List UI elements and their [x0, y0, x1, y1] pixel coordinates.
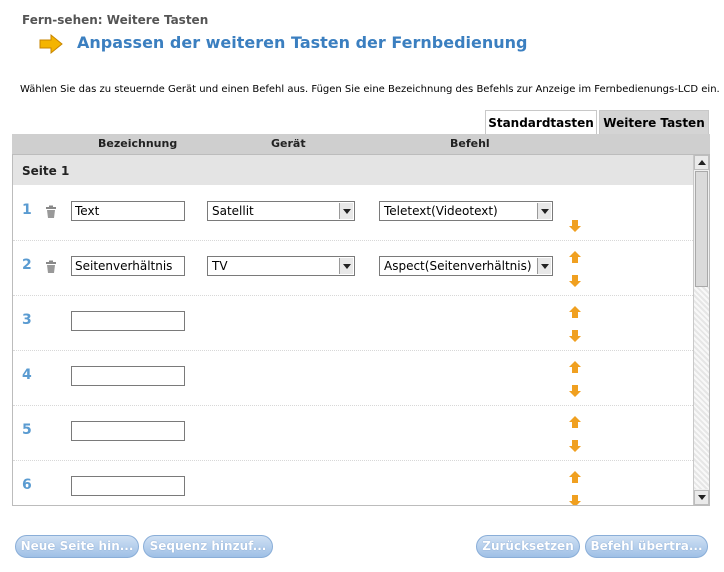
row-number: 2: [22, 257, 32, 273]
chevron-down-icon[interactable]: [339, 258, 353, 274]
name-input[interactable]: [71, 256, 185, 276]
scroll-track[interactable]: [694, 287, 709, 489]
trash-icon[interactable]: [44, 205, 58, 219]
section-header: Seite 1: [13, 155, 693, 185]
move-down-icon[interactable]: [568, 439, 582, 453]
device-select-value: TV: [212, 259, 228, 273]
device-select[interactable]: Satellit: [207, 201, 355, 221]
tab-standard-keys[interactable]: Standardtasten: [485, 110, 597, 135]
arrow-right-icon: [39, 33, 63, 55]
move-up-icon[interactable]: [568, 250, 582, 264]
column-header-device: Gerät: [271, 137, 306, 150]
reset-button[interactable]: Zurücksetzen: [476, 535, 580, 558]
name-input[interactable]: [71, 311, 185, 331]
column-header-name: Bezeichnung: [98, 137, 178, 150]
page-title: Anpassen der weiteren Tasten der Fernbed…: [77, 33, 528, 52]
scroll-up-button[interactable]: [694, 155, 709, 170]
instructions-text: Wählen Sie das zu steuernde Gerät und ei…: [20, 84, 720, 95]
key-row: 6: [13, 460, 693, 506]
move-down-icon[interactable]: [568, 329, 582, 343]
move-down-icon[interactable]: [568, 384, 582, 398]
name-input[interactable]: [71, 421, 185, 441]
command-select-value: Aspect(Seitenverhältnis): [384, 259, 532, 273]
section-label: Seite 1: [22, 164, 70, 178]
name-input[interactable]: [71, 201, 185, 221]
column-header-command: Befehl: [450, 137, 490, 150]
trash-icon[interactable]: [44, 260, 58, 274]
move-down-icon[interactable]: [568, 494, 582, 506]
move-up-icon[interactable]: [568, 415, 582, 429]
key-row: 1 Satellit Teletext(Videotext): [13, 185, 693, 241]
name-input[interactable]: [71, 476, 185, 496]
device-select[interactable]: TV: [207, 256, 355, 276]
scroll-thumb[interactable]: [695, 171, 708, 287]
move-down-icon[interactable]: [568, 219, 582, 233]
row-number: 1: [22, 202, 32, 218]
command-select-value: Teletext(Videotext): [384, 204, 498, 218]
chevron-down-icon[interactable]: [537, 258, 551, 274]
scroll-down-button[interactable]: [694, 490, 709, 505]
move-down-icon[interactable]: [568, 274, 582, 288]
new-page-button[interactable]: Neue Seite hin...: [15, 535, 139, 558]
move-up-icon[interactable]: [568, 305, 582, 319]
command-select[interactable]: Teletext(Videotext): [379, 201, 553, 221]
breadcrumb: Fern-sehen: Weitere Tasten: [22, 13, 209, 27]
row-number: 5: [22, 422, 32, 438]
transfer-command-button[interactable]: Befehl übertra...: [585, 535, 708, 558]
device-select-value: Satellit: [212, 204, 254, 218]
key-row: 5: [13, 405, 693, 461]
row-number: 3: [22, 312, 32, 328]
name-input[interactable]: [71, 366, 185, 386]
key-row: 4: [13, 350, 693, 406]
move-up-icon[interactable]: [568, 360, 582, 374]
vertical-scrollbar[interactable]: [693, 155, 709, 505]
key-list-panel: Seite 1 1 Satellit Teletext(Videotext) 2…: [12, 154, 710, 506]
add-sequence-button[interactable]: Sequenz hinzuf...: [143, 535, 273, 558]
row-number: 4: [22, 367, 32, 383]
command-select[interactable]: Aspect(Seitenverhältnis): [379, 256, 553, 276]
key-row: 2 TV Aspect(Seitenverhältnis): [13, 240, 693, 296]
chevron-down-icon[interactable]: [537, 203, 551, 219]
key-row: 3: [13, 295, 693, 351]
chevron-down-icon[interactable]: [339, 203, 353, 219]
move-up-icon[interactable]: [568, 470, 582, 484]
row-number: 6: [22, 477, 32, 493]
tab-more-keys[interactable]: Weitere Tasten: [599, 110, 709, 135]
